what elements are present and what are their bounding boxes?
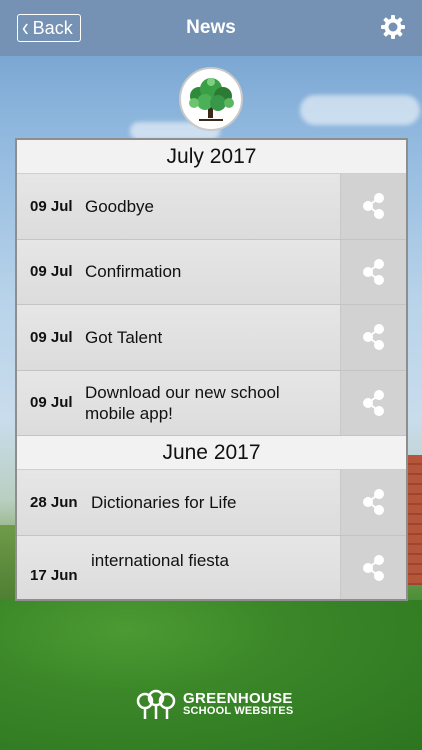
background-grass — [0, 600, 422, 750]
news-date: 09 Jul — [30, 394, 73, 412]
section-header-july-2017: July 2017 — [17, 140, 406, 174]
news-item-link[interactable]: 09 Jul Got Talent — [17, 305, 340, 370]
news-title: Goodbye — [85, 196, 154, 216]
share-icon — [362, 258, 384, 285]
list-item[interactable]: 09 Jul Goodbye — [17, 174, 406, 240]
back-button[interactable]: ‹ Back — [17, 14, 81, 42]
news-title: Confirmation — [85, 262, 182, 282]
news-date: 09 Jul — [30, 197, 73, 215]
news-item-link[interactable]: 09 Jul Goodbye — [17, 174, 340, 239]
list-item[interactable]: 09 Jul Got Talent — [17, 305, 406, 371]
back-button-label: Back — [32, 17, 73, 38]
news-date: 17 Jun — [30, 567, 78, 584]
news-item-link[interactable]: 28 Jun Dictionaries for Life — [17, 470, 340, 535]
greenhouse-footer-logo[interactable]: GREENHOUSE SCHOOL WEBSITES — [135, 688, 293, 722]
section-header-june-2017: June 2017 — [17, 436, 406, 470]
list-item[interactable]: 09 Jul Download our new school mobile ap… — [17, 370, 406, 436]
news-title: Download our new school mobile app! — [85, 382, 280, 423]
footer-brand: GREENHOUSE — [183, 690, 293, 707]
settings-button[interactable] — [380, 14, 406, 40]
background-cloud — [300, 95, 420, 125]
page-title: News — [186, 17, 236, 38]
news-list: July 2017 09 Jul Goodbye 09 Jul Confirma… — [15, 138, 408, 601]
news-date: 09 Jul — [30, 263, 73, 281]
gear-icon — [381, 15, 405, 39]
news-title: Got Talent — [85, 327, 163, 347]
share-icon — [362, 324, 384, 351]
school-logo — [179, 67, 243, 131]
news-item-link[interactable]: 09 Jul Confirmation — [17, 239, 340, 304]
tree-icon — [189, 78, 234, 121]
share-icon — [362, 489, 384, 516]
share-button[interactable] — [340, 305, 406, 370]
share-button[interactable] — [340, 535, 406, 599]
news-title: Dictionaries for Life — [91, 492, 237, 512]
share-button[interactable] — [340, 174, 406, 239]
news-title: international fiesta — [91, 550, 229, 570]
footer-tagline: SCHOOL WEBSITES — [183, 705, 294, 717]
greenhouse-logo-icon — [136, 689, 176, 719]
share-icon — [362, 389, 384, 416]
news-item-link[interactable]: 09 Jul Download our new school mobile ap… — [17, 370, 340, 435]
footer-text: GREENHOUSE SCHOOL WEBSITES — [183, 690, 294, 718]
share-button[interactable] — [340, 239, 406, 304]
share-icon — [362, 193, 384, 220]
share-button[interactable] — [340, 470, 406, 535]
list-item[interactable]: 09 Jul Confirmation — [17, 239, 406, 305]
news-item-link[interactable]: 17 Jun international fiesta — [17, 535, 340, 599]
list-item[interactable]: 17 Jun international fiesta — [17, 535, 406, 599]
share-button[interactable] — [340, 370, 406, 435]
chevron-left-icon: ‹ — [22, 13, 29, 43]
news-date: 09 Jul — [30, 328, 73, 346]
news-date: 28 Jun — [30, 493, 78, 511]
share-icon — [362, 554, 384, 581]
list-item[interactable]: 28 Jun Dictionaries for Life — [17, 470, 406, 536]
app-header: ‹ Back News — [0, 0, 422, 56]
